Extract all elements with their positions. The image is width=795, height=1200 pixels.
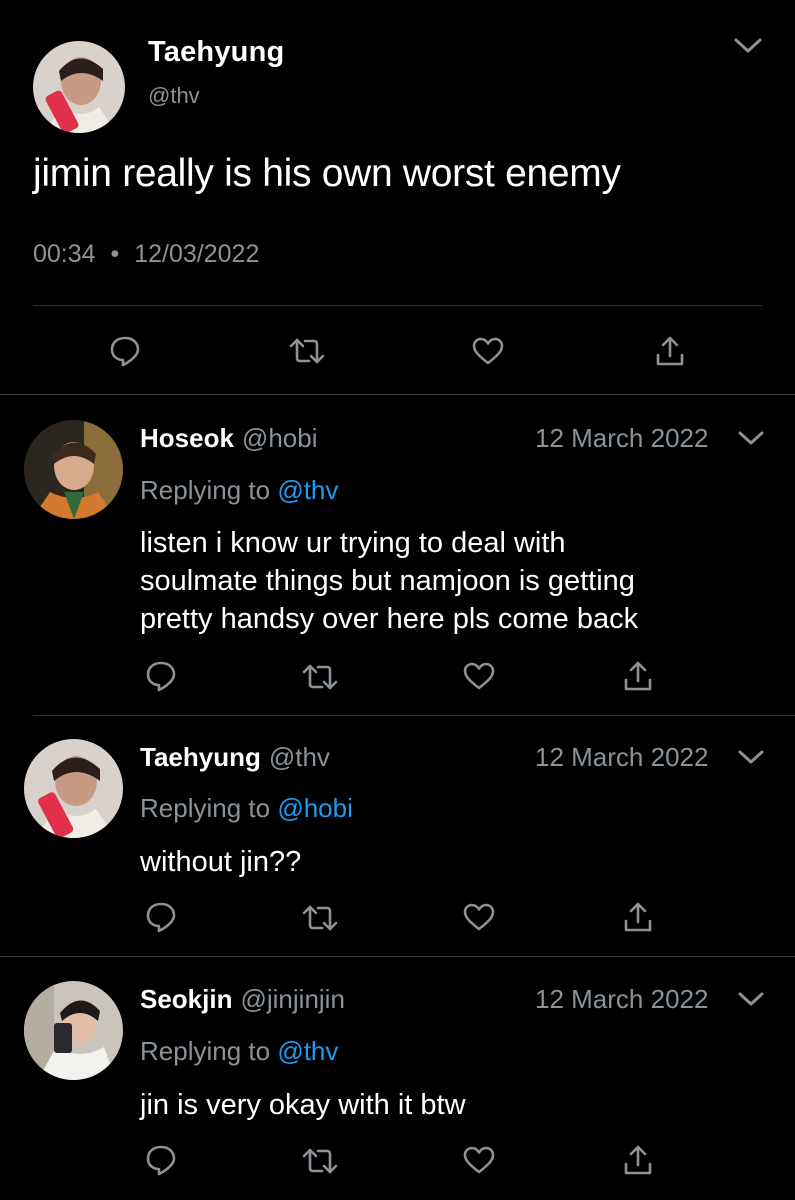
avatar-hoseok-icon	[24, 420, 123, 519]
reply-1-text-line: listen i know ur trying to deal with	[140, 527, 566, 559]
reply-1-mention-link[interactable]: @thv	[277, 475, 338, 505]
reply-1-author-handle[interactable]: @hobi	[242, 423, 318, 453]
retweet-icon[interactable]	[300, 903, 340, 933]
avatar-reply-1[interactable]	[24, 420, 123, 519]
reply-1-chevron-down-icon[interactable]	[737, 430, 765, 453]
share-icon[interactable]	[622, 659, 654, 693]
reply-1-text: listen i know ur trying to deal with sou…	[140, 524, 638, 638]
reply-3-text-line: jin is very okay with it btw	[140, 1089, 466, 1121]
replying-prefix: Replying to	[140, 793, 278, 823]
reply-2-text: without jin??	[140, 843, 301, 881]
reply-1-text-line: soulmate things but namjoon is getting	[140, 565, 635, 597]
reply-2-text-line: without jin??	[140, 846, 302, 878]
main-tweet-time: 00:34	[33, 240, 96, 268]
main-chevron-down-icon[interactable]	[733, 36, 763, 61]
main-tweet-meta: 00:34 • 12/03/2022	[33, 240, 259, 269]
share-icon[interactable]	[654, 334, 686, 368]
share-icon[interactable]	[622, 900, 654, 934]
reply-2-header: Taehyung @thv	[140, 742, 330, 773]
reply-3-header: Seokjin @jinjinjin	[140, 984, 345, 1015]
share-icon[interactable]	[622, 1143, 654, 1177]
retweet-icon[interactable]	[287, 336, 327, 366]
reply-2-author-handle[interactable]: @thv	[269, 742, 330, 772]
main-tweet-divider	[0, 394, 795, 395]
avatar-taehyung-icon	[33, 41, 125, 133]
reply-icon[interactable]	[144, 1143, 178, 1177]
avatar-main[interactable]	[33, 41, 125, 133]
like-icon[interactable]	[462, 1145, 496, 1175]
main-author-name[interactable]: Taehyung	[148, 36, 284, 69]
like-icon[interactable]	[471, 336, 505, 366]
reply-3-text: jin is very okay with it btw	[140, 1086, 466, 1124]
main-meta-divider	[33, 305, 762, 306]
reply-2-replying-to: Replying to @hobi	[140, 793, 353, 824]
reply-2-divider	[0, 956, 795, 957]
reply-icon[interactable]	[144, 659, 178, 693]
reply-1-replying-to: Replying to @thv	[140, 475, 338, 506]
reply-icon[interactable]	[144, 900, 178, 934]
main-tweet-text: jimin really is his own worst enemy	[33, 152, 621, 195]
reply-3-mention-link[interactable]: @thv	[277, 1036, 338, 1066]
reply-3-chevron-down-icon[interactable]	[737, 991, 765, 1014]
avatar-seokjin-icon	[24, 981, 123, 1080]
retweet-icon[interactable]	[300, 1146, 340, 1176]
avatar-taehyung-icon	[24, 739, 123, 838]
main-tweet-date: 12/03/2022	[134, 240, 260, 268]
reply-3-author-name[interactable]: Seokjin	[140, 984, 232, 1014]
reply-1-author-name[interactable]: Hoseok	[140, 423, 234, 453]
meta-separator: •	[110, 240, 120, 268]
reply-icon[interactable]	[108, 334, 142, 368]
like-icon[interactable]	[462, 661, 496, 691]
reply-3-date[interactable]: 12 March 2022	[535, 984, 708, 1015]
replying-prefix: Replying to	[140, 475, 278, 505]
reply-2-date[interactable]: 12 March 2022	[535, 742, 708, 773]
avatar-reply-3[interactable]	[24, 981, 123, 1080]
replying-prefix: Replying to	[140, 1036, 278, 1066]
reply-3-replying-to: Replying to @thv	[140, 1036, 338, 1067]
reply-2-mention-link[interactable]: @hobi	[277, 793, 353, 823]
reply-1-divider	[33, 715, 795, 716]
reply-3-author-handle[interactable]: @jinjinjin	[240, 984, 344, 1014]
reply-1-header: Hoseok @hobi	[140, 423, 317, 454]
reply-1-text-line: pretty handsy over here pls come back	[140, 603, 639, 635]
reply-2-chevron-down-icon[interactable]	[737, 749, 765, 772]
reply-1-date[interactable]: 12 March 2022	[535, 423, 708, 454]
reply-2-author-name[interactable]: Taehyung	[140, 742, 261, 772]
avatar-reply-2[interactable]	[24, 739, 123, 838]
main-author-handle[interactable]: @thv	[148, 83, 200, 109]
retweet-icon[interactable]	[300, 662, 340, 692]
like-icon[interactable]	[462, 902, 496, 932]
